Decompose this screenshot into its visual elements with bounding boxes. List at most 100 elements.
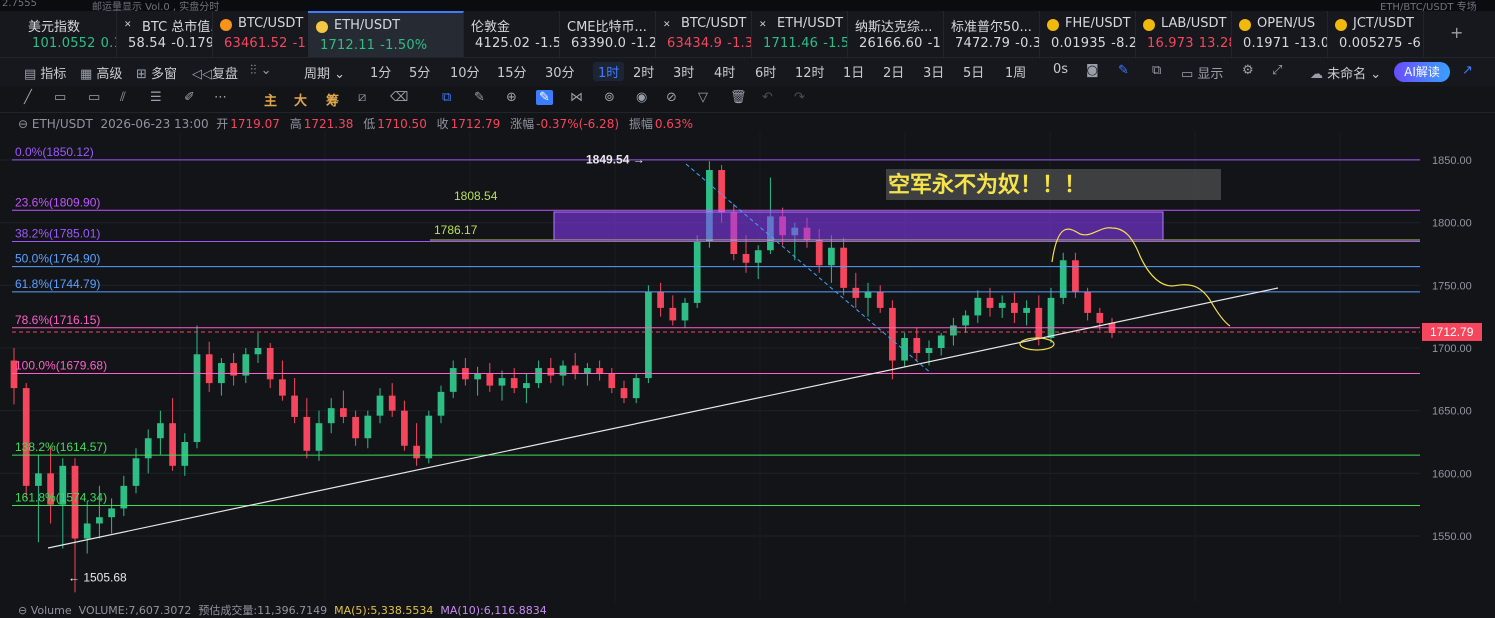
timeframe-15分[interactable]: 15分 [497,62,527,81]
trend-icon[interactable]: ↗ [1462,63,1473,78]
trash-tool-icon[interactable]: 🗑 [730,90,747,105]
settings-icon[interactable]: ⚙ [1242,63,1254,78]
ai-analysis-button[interactable]: AI解读 [1394,62,1450,82]
timeframe-1周[interactable]: 1周 [1005,62,1026,81]
multi-window-button[interactable]: ⊞ 多窗 [136,63,177,82]
ticker-tab[interactable]: 伦敦金 4125.02 -1.5 [463,11,560,57]
chips-tool[interactable]: 筹 [326,90,339,109]
timeframe-4时[interactable]: 4时 [714,62,735,81]
ticker-tab[interactable]: BTC/USDT 63461.52 -1 [212,11,309,57]
open-value: 1719.07 [230,117,280,131]
fullscreen-icon[interactable]: ⤢ [1272,63,1282,78]
timeframe-30分[interactable]: 30分 [545,62,575,81]
candle-body [486,373,494,386]
ticker-tab[interactable]: 标准普尔50... 7472.79 -0.3 [943,11,1040,57]
add-ticker-icon[interactable]: + [1450,23,1463,42]
x-icon: ✕ [124,20,132,30]
layout-name-dropdown[interactable]: ☁ 未命名 ⌄ [1310,63,1381,82]
candle-body [169,423,176,466]
chart-type-icon[interactable]: ⫶⫶ ⌄ [250,63,272,78]
ruler-tool-icon[interactable]: ▭ [88,90,100,105]
timeframe-3时[interactable]: 3时 [673,62,694,81]
candle-body [437,391,445,416]
display-button[interactable]: ▭ 显示 [1181,63,1223,82]
ticker-tab[interactable]: JCT/USDT 0.005275 -6 [1327,11,1424,57]
candle-body [425,415,433,459]
volume-info-line: ⊖ Volume VOLUME:7,607.3072 预估成交量:11,396.… [0,602,1495,617]
timeframe-0s[interactable]: 0s [1053,62,1068,77]
more-tools-icon[interactable]: ⋯ [214,90,227,105]
price-tick-label: 1600.00 [1432,468,1472,480]
candle-body [864,291,872,298]
timeframe-10分[interactable]: 10分 [450,62,480,81]
filter-tool-icon[interactable]: ▽ [698,90,708,105]
ticker-change: -13.0 [1294,36,1328,51]
screenshot-tool-icon[interactable]: ⧄ [358,90,366,105]
ascending-trendline [47,287,1279,549]
replay-button[interactable]: ◁◁复盘 [192,63,238,82]
layout-icon[interactable]: ⧉ [1152,63,1161,78]
zoom-tool-icon[interactable]: ⊕ [506,90,517,105]
main-chart-tool[interactable]: 主 [264,90,277,109]
parallel-tool-icon[interactable]: ⫽ [120,90,126,105]
link-tool-icon[interactable]: ⊘ [666,90,677,105]
timeframe-5分[interactable]: 5分 [409,62,430,81]
undo-icon[interactable]: ↶ [762,90,773,105]
candle-body [608,373,616,389]
ticker-tab[interactable]: FHE/USDT 0.01935 -8.2 [1039,11,1136,57]
timeframe-3日[interactable]: 3日 [923,62,944,81]
ticker-tab[interactable]: ETH/USDT 1712.11 -1.50% [308,11,464,59]
timeframe-12时[interactable]: 12时 [795,62,825,81]
timeframe-2时[interactable]: 2时 [633,62,654,81]
ticker-tab[interactable]: OPEN/US 0.1971 -13.0 [1231,11,1328,57]
indicators-button[interactable]: ▤ 指标 [24,63,66,82]
ticker-change: -6 [1407,36,1422,51]
copy-tool-icon[interactable]: ⧉ [442,90,451,105]
ticker-tab[interactable]: ✕ ETH/USDT 1711.46 -1.5 [751,11,848,57]
ticker-tab[interactable]: 美元指数101.05520.1 [20,11,117,57]
indicators-icon: ▤ [24,67,41,82]
ticker-tab[interactable]: CME比特币... 63390.0 -1.2 [559,11,656,57]
price-tick-label: 1750.00 [1432,280,1472,292]
timeframe-5日[interactable]: 5日 [963,62,984,81]
ma5-value: 5,338.5534 [370,604,434,617]
timeframe-1日[interactable]: 1日 [843,62,864,81]
timeframe-1分[interactable]: 1分 [370,62,391,81]
big-order-tool[interactable]: 大 [294,90,307,109]
magnet-tool-icon[interactable]: ⋈ [570,90,583,105]
pencil-tool-icon[interactable]: ✎ [536,90,553,105]
ticker-change: 13.28 [1198,36,1231,51]
ticker-tab[interactable]: ✕ BTC/USDT 63434.9 -1.3 [655,11,752,57]
candle-body [510,378,518,389]
volume-toggle-icon[interactable]: ⊖ [18,604,31,617]
timeframe-2日[interactable]: 2日 [883,62,904,81]
ticker-name: OPEN/US [1257,16,1316,31]
ohlc-info-line: ⊖ ETH/USDT 2026-06-23 13:00 开 1719.07 高 17… [18,115,699,132]
timeframe-6时[interactable]: 6时 [755,62,776,81]
lock-tool-icon[interactable]: ⊚ [604,90,615,105]
ticker-tab[interactable]: 纳斯达克综... 26166.60 -1 [847,11,944,57]
eye-tool-icon[interactable]: ◉ [636,90,647,105]
est-volume-label: 预估成交量: [198,604,258,617]
info-toggle-icon[interactable]: ⊖ [18,117,32,131]
ticker-tab[interactable]: LAB/USDT 16.97313.28 [1135,11,1232,57]
redo-icon[interactable]: ↷ [794,90,805,105]
candlestick-chart[interactable]: 1550.00 1600.00 1650.00 1700.00 1750.00 1800.… [0,132,1495,602]
rect-tool-icon[interactable]: ▭ [54,90,66,105]
timeframe-1时[interactable]: 1时 [593,62,625,81]
price-tick-label: 1650.00 [1432,406,1472,418]
candle-body [925,348,933,354]
advanced-button[interactable]: ▦ 高级 [80,63,122,82]
top-strip: 2.7555 邮运量显示 Vol.0 , 实盘分时 ETH/BTC/USDT 专… [0,0,1495,13]
period-dropdown[interactable]: 周期 ⌄ [304,63,345,82]
pen-icon[interactable]: ✎ [1118,63,1129,78]
camera-icon[interactable]: ◙ [1086,63,1099,78]
eraser-tool-icon[interactable]: ⌫ [390,90,408,105]
candle-body [340,408,347,417]
ticker-tab[interactable]: ✕ BTC 总市值...58.54-0.179 [116,11,213,57]
brush-tool-icon[interactable]: ✐ [184,90,195,105]
line-tool-icon[interactable]: ╱ [24,90,32,105]
measure-tool-icon[interactable]: ✎ [474,90,485,105]
candle-body [413,445,420,459]
fib-tool-icon[interactable]: ☰ [150,90,162,105]
